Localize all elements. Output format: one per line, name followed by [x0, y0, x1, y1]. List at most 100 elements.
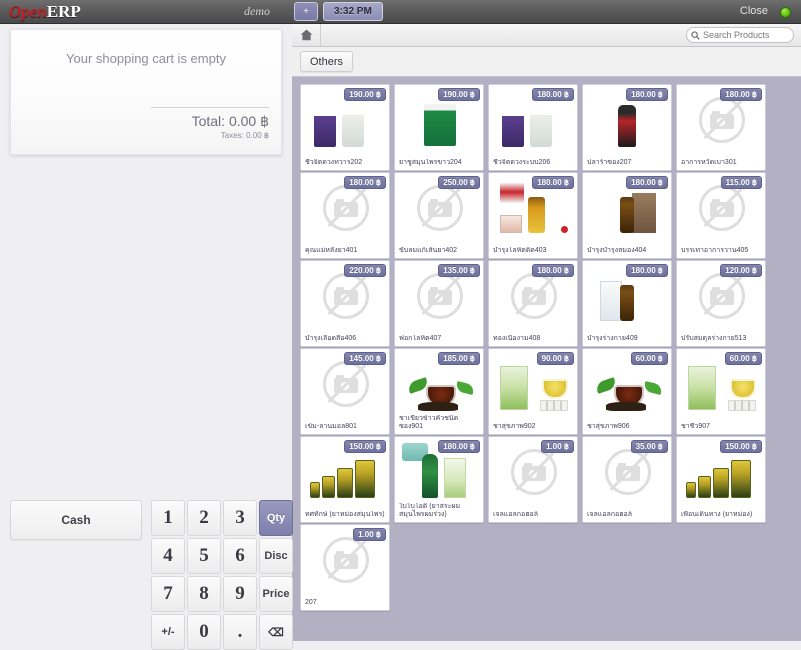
numpad-key-sign[interactable]: +/- — [151, 614, 185, 650]
product-name: ชาชีว907 — [681, 423, 711, 430]
numpad-key-0[interactable]: 0 — [187, 614, 221, 650]
product-name: เจลแอลกอฮอล์ — [493, 511, 538, 518]
numpad-key-9[interactable]: 9 — [223, 576, 257, 612]
product-card[interactable]: 220.00 ฿บำรุงเลือดสื่อ406 — [300, 260, 390, 347]
product-price-badge: 60.00 ฿ — [724, 352, 762, 365]
category-bar: Others — [292, 47, 801, 77]
product-name: คุณแม่หลังยา401 — [305, 247, 358, 254]
product-card[interactable]: 190.00 ฿ยาชูสมุนไพรขาว204 — [394, 84, 484, 171]
product-name: ยาชูสมุนไพรขาว204 — [399, 159, 462, 166]
product-name: อาการหวัดเบา301 — [681, 159, 737, 166]
product-card[interactable]: 180.00 ฿ชีวจิตดวงระบบ206 — [488, 84, 578, 171]
totals-divider — [151, 107, 269, 108]
product-price-badge: 185.00 ฿ — [438, 352, 480, 365]
product-price-badge: 180.00 ฿ — [626, 264, 668, 277]
product-name: บำรุงบำรุงสมอง404 — [587, 247, 647, 254]
product-price-badge: 180.00 ฿ — [532, 176, 574, 189]
no-image-placeholder-icon — [323, 185, 369, 231]
product-card[interactable]: 180.00 ฿บำรุงร่างกาย409 — [582, 260, 672, 347]
cart-total-amount: Total: 0.00 ฿ — [191, 113, 269, 129]
product-name: ทศทักษ์ (ยาหม่องสมุนไพร) — [305, 511, 385, 518]
numpad-key-7[interactable]: 7 — [151, 576, 185, 612]
no-image-placeholder-icon — [699, 185, 745, 231]
numpad-mode-disc[interactable]: Disc — [259, 538, 293, 574]
cart-totals: Total: 0.00 ฿ Taxes: 0.00 ฿ — [151, 107, 269, 140]
product-grid: 190.00 ฿ชีวจิตดวงทวาร202 190.00 ฿ยาชูสมุน… — [292, 78, 801, 611]
product-name: ชีวจิตดวงระบบ206 — [493, 159, 551, 166]
product-name: 207 — [305, 599, 317, 606]
product-card[interactable]: 250.00 ฿ขับลมแก้เส้นยา402 — [394, 172, 484, 259]
product-price-badge: 180.00 ฿ — [626, 88, 668, 101]
cart-empty-message: Your shopping cart is empty — [66, 51, 226, 66]
product-card[interactable]: 180.00 ฿ใบไบโอติ (ยาสระผมสมุนไพรผมร่วง) — [394, 436, 484, 523]
product-card[interactable]: 120.00 ฿ปรับสมดุลร่างกาย513 — [676, 260, 766, 347]
product-card[interactable]: 150.00 ฿เพื่อนเดินทาง (ยาหม่อง) — [676, 436, 766, 523]
close-button[interactable]: Close — [740, 5, 768, 17]
product-price-badge: 115.00 ฿ — [720, 176, 762, 189]
product-price-badge: 190.00 ฿ — [438, 88, 480, 101]
shopping-cart-panel: Your shopping cart is empty Total: 0.00 … — [10, 29, 282, 155]
product-card[interactable]: 1.00 ฿เจลแอลกอฮอล์ — [488, 436, 578, 523]
product-price-badge: 1.00 ฿ — [353, 528, 386, 541]
numpad: 1 2 3 Qty 4 5 6 Disc 7 8 9 Price +/- 0 .… — [151, 500, 293, 650]
backspace-icon[interactable]: ⌫ — [259, 614, 293, 650]
product-name: เข้ม-ลานมอล801 — [305, 423, 357, 430]
numpad-mode-qty[interactable]: Qty — [259, 500, 293, 536]
product-card[interactable]: 180.00 ฿ปลาร้าซอง207 — [582, 84, 672, 171]
product-name: เจลแอลกอฮอล์ — [587, 511, 632, 518]
product-card[interactable]: 145.00 ฿เข้ม-ลานมอล801 — [300, 348, 390, 435]
product-toolbar: Search Products — [292, 23, 801, 47]
product-card[interactable]: 90.00 ฿ชาสุขภาพ902 — [488, 348, 578, 435]
product-card[interactable]: 185.00 ฿ชาเขียวข้าวคั่วชนิดซอง901 — [394, 348, 484, 435]
numpad-key-2[interactable]: 2 — [187, 500, 221, 536]
product-price-badge: 135.00 ฿ — [438, 264, 480, 277]
new-tab-button[interactable]: + — [294, 2, 318, 21]
product-card[interactable]: 115.00 ฿บรรเทาอาการวาน405 — [676, 172, 766, 259]
logo-open-text: Open — [9, 2, 47, 21]
product-name: ปลาร้าซอง207 — [587, 159, 632, 166]
product-price-badge: 150.00 ฿ — [720, 440, 762, 453]
numpad-key-5[interactable]: 5 — [187, 538, 221, 574]
demo-database-label: demo — [244, 4, 270, 18]
numpad-key-1[interactable]: 1 — [151, 500, 185, 536]
product-card[interactable]: 180.00 ฿ทองเนื้องาม408 — [488, 260, 578, 347]
product-card[interactable]: 135.00 ฿ฟอกโลหิต407 — [394, 260, 484, 347]
numpad-key-4[interactable]: 4 — [151, 538, 185, 574]
numpad-key-6[interactable]: 6 — [223, 538, 257, 574]
category-button-others[interactable]: Others — [300, 51, 354, 72]
product-card[interactable]: 60.00 ฿ชาสุขภาพ906 — [582, 348, 672, 435]
search-input[interactable]: Search Products — [686, 27, 794, 43]
product-card[interactable]: 180.00 ฿บำรุงบำรุงสมอง404 — [582, 172, 672, 259]
product-card[interactable]: 180.00 ฿อาการหวัดเบา301 — [676, 84, 766, 171]
product-price-badge: 180.00 ฿ — [532, 264, 574, 277]
product-name: เพื่อนเดินทาง (ยาหม่อง) — [681, 511, 753, 518]
session-time-tab[interactable]: 3:32 PM — [323, 2, 383, 21]
product-card[interactable]: 190.00 ฿ชีวจิตดวงทวาร202 — [300, 84, 390, 171]
openerp-logo: OpenERP — [9, 3, 81, 20]
numpad-key-3[interactable]: 3 — [223, 500, 257, 536]
no-image-placeholder-icon — [605, 449, 651, 495]
numpad-mode-price[interactable]: Price — [259, 576, 293, 612]
product-card[interactable]: 1.00 ฿ 207 — [300, 524, 390, 611]
product-price-badge: 180.00 ฿ — [344, 176, 386, 189]
numpad-key-8[interactable]: 8 — [187, 576, 221, 612]
product-name: ขับลมแก้เส้นยา402 — [399, 247, 458, 254]
home-icon[interactable] — [292, 23, 321, 47]
no-image-placeholder-icon — [699, 273, 745, 319]
product-name: ใบไบโอติ (ยาสระผมสมุนไพรผมร่วง) — [399, 503, 461, 518]
product-name: บำรุงเลือดสื่อ406 — [305, 335, 357, 342]
product-grid-area[interactable]: 190.00 ฿ชีวจิตดวงทวาร202 190.00 ฿ยาชูสมุน… — [292, 78, 801, 641]
cash-payment-button[interactable]: Cash — [10, 500, 142, 540]
product-name: ทองเนื้องาม408 — [493, 335, 541, 342]
session-tab-zone: + 3:32 PM — [294, 2, 383, 21]
product-price-badge: 220.00 ฿ — [344, 264, 386, 277]
product-card[interactable]: 180.00 ฿บำรุงโลหิตติด403 — [488, 172, 578, 259]
product-card[interactable]: 60.00 ฿ชาชีว907 — [676, 348, 766, 435]
product-card[interactable]: 180.00 ฿คุณแม่หลังยา401 — [300, 172, 390, 259]
no-image-placeholder-icon — [323, 273, 369, 319]
product-card[interactable]: 35.00 ฿เจลแอลกอฮอล์ — [582, 436, 672, 523]
product-card[interactable]: 150.00 ฿ทศทักษ์ (ยาหม่องสมุนไพร) — [300, 436, 390, 523]
product-price-badge: 180.00 ฿ — [438, 440, 480, 453]
product-name: บรรเทาอาการวาน405 — [681, 247, 749, 254]
numpad-key-decimal[interactable]: . — [223, 614, 257, 650]
